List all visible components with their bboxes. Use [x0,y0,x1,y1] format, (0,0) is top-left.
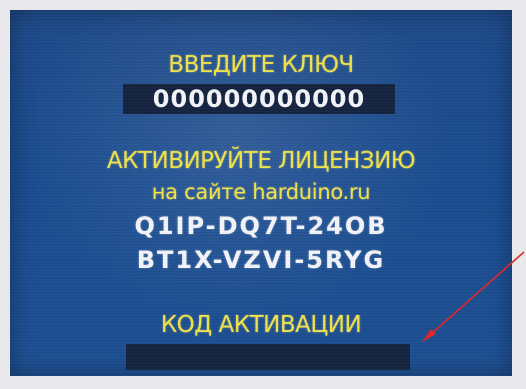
activation-code-title: КОД АКТИВАЦИИ [160,312,362,338]
enter-key-title: ВВЕДИТЕ КЛЮЧ [168,52,354,78]
activation-code-field[interactable] [126,344,410,370]
key-input-field[interactable]: 000000000000 [123,84,395,114]
photo-frame: ВВЕДИТЕ КЛЮЧ 000000000000 АКТИВИРУЙТЕ ЛИ… [0,0,526,389]
activate-license-title: АКТИВИРУЙТЕ ЛИЦЕНЗИЮ [106,148,416,174]
activate-site-subtitle: на сайте harduino.ru [151,180,371,204]
license-code-line-2: BT1X-VZVI-5RYG [136,246,386,274]
device-screen: ВВЕДИТЕ КЛЮЧ 000000000000 АКТИВИРУЙТЕ ЛИ… [10,10,512,376]
license-code-line-1: Q1IP-DQ7T-24OB [134,212,388,240]
key-input-value: 000000000000 [152,85,366,113]
